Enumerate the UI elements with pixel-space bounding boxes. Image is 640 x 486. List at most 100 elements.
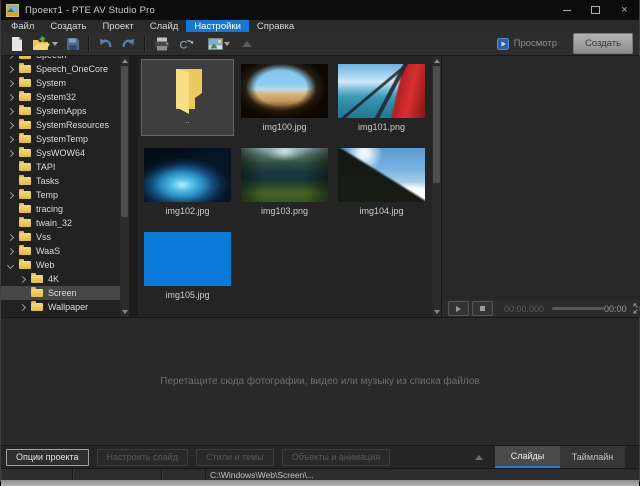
menu-item-0[interactable]: Файл bbox=[3, 20, 42, 32]
svg-text:C: C bbox=[180, 39, 188, 51]
scroll-down-icon[interactable] bbox=[434, 310, 440, 314]
file-thumbnail bbox=[144, 232, 231, 286]
menu-item-5[interactable]: Справка bbox=[249, 20, 302, 32]
file-browser-panel: .. img100.jpgimg101.png img102.jpgimg103.… bbox=[138, 56, 441, 317]
tree-item[interactable]: Web bbox=[1, 258, 129, 272]
menu-item-2[interactable]: Проект bbox=[94, 20, 141, 32]
preview-label: Просмотр bbox=[514, 38, 557, 49]
tree-item-label: WaaS bbox=[36, 246, 60, 256]
folder-icon bbox=[19, 177, 31, 185]
folder-icon bbox=[19, 233, 31, 241]
tree-item[interactable]: tracing bbox=[1, 202, 129, 216]
bottom-button-1[interactable]: Настроить слайд bbox=[97, 449, 189, 466]
tree-item-label: System32 bbox=[36, 92, 76, 102]
scroll-down-icon[interactable] bbox=[122, 310, 128, 314]
tree-item[interactable]: Wallpaper bbox=[1, 300, 129, 314]
menu-item-4[interactable]: Настройки bbox=[186, 20, 249, 32]
tree-scrollbar[interactable] bbox=[120, 56, 129, 317]
tree-item-label: SystemTemp bbox=[36, 134, 88, 144]
chevron-down-icon bbox=[7, 261, 14, 268]
save-icon bbox=[66, 37, 80, 51]
file-grid: .. img100.jpgimg101.png img102.jpgimg103.… bbox=[138, 56, 441, 309]
redo-icon bbox=[121, 37, 136, 50]
tree-item[interactable]: SystemApps bbox=[1, 104, 129, 118]
folder-icon bbox=[19, 121, 31, 129]
tree-item[interactable]: System bbox=[1, 76, 129, 90]
file-tile[interactable]: img104.jpg bbox=[333, 141, 430, 225]
maximize-button[interactable] bbox=[581, 0, 610, 20]
view-mode-button[interactable] bbox=[204, 34, 234, 53]
folder-icon bbox=[19, 56, 31, 59]
open-folder-button[interactable] bbox=[28, 34, 62, 53]
file-tile[interactable]: img100.jpg bbox=[236, 57, 333, 141]
tree-item[interactable]: Temp bbox=[1, 188, 129, 202]
slide-drop-zone[interactable]: Перетащите сюда фотографии, видео или му… bbox=[1, 317, 639, 445]
save-button[interactable] bbox=[62, 34, 84, 53]
parent-folder-tile[interactable]: .. bbox=[141, 59, 234, 136]
tree-item[interactable]: WaaS bbox=[1, 244, 129, 258]
bottom-button-2[interactable]: Стили и темы bbox=[196, 449, 274, 466]
scrollbar-thumb[interactable] bbox=[433, 66, 440, 183]
tree-item[interactable]: Tasks bbox=[1, 174, 129, 188]
print-button[interactable] bbox=[150, 34, 174, 53]
scroll-up-icon[interactable] bbox=[122, 59, 128, 63]
tab-timeline[interactable]: Таймлайн bbox=[560, 446, 625, 468]
tree-item[interactable]: Screen bbox=[1, 286, 129, 300]
tab-slides[interactable]: Слайды bbox=[495, 446, 560, 468]
bottom-button-3[interactable]: Объекты и анимация bbox=[282, 449, 390, 466]
tree-item[interactable]: System32 bbox=[1, 90, 129, 104]
tree-item[interactable]: Vss bbox=[1, 230, 129, 244]
tree-item[interactable]: SysWOW64 bbox=[1, 146, 129, 160]
tree-item-label: Tasks bbox=[36, 176, 59, 186]
chevron-right-icon bbox=[7, 93, 14, 100]
bottom-button-0[interactable]: Опции проекта bbox=[6, 449, 89, 466]
menu-item-1[interactable]: Создать bbox=[42, 20, 94, 32]
menu-item-3[interactable]: Слайд bbox=[142, 20, 187, 32]
folder-icon bbox=[19, 149, 31, 157]
tree-item[interactable]: SystemTemp bbox=[1, 132, 129, 146]
folder-icon bbox=[19, 191, 31, 199]
folder-icon bbox=[19, 93, 31, 101]
folder-icon bbox=[31, 275, 43, 283]
seek-slider[interactable] bbox=[552, 307, 604, 310]
create-button[interactable]: Создать bbox=[573, 33, 633, 54]
refresh-drives-button[interactable]: C bbox=[174, 34, 198, 53]
stop-button[interactable] bbox=[472, 301, 493, 316]
panel-splitter[interactable] bbox=[129, 56, 138, 317]
tree-item[interactable]: twain_32 bbox=[1, 216, 129, 230]
toolbar: C Просмотр Создать bbox=[1, 32, 639, 56]
undo-button[interactable] bbox=[94, 34, 117, 53]
tree-item[interactable]: SystemResources bbox=[1, 118, 129, 132]
minimize-button[interactable] bbox=[552, 0, 581, 20]
file-tile[interactable]: img105.jpg bbox=[139, 225, 236, 309]
printer-icon bbox=[154, 37, 170, 51]
tree-item-label: 4K bbox=[48, 274, 59, 284]
play-button[interactable] bbox=[448, 301, 469, 316]
preview-button[interactable]: Просмотр bbox=[497, 38, 557, 50]
folder-icon bbox=[19, 205, 31, 213]
preview-controls: 00:00.000 00:00 bbox=[442, 300, 640, 317]
file-tile[interactable]: img103.png bbox=[236, 141, 333, 225]
file-tile[interactable]: img101.png bbox=[333, 57, 430, 141]
collapse-panel-icon[interactable] bbox=[242, 41, 252, 47]
chevron-right-icon bbox=[7, 79, 14, 86]
redo-button[interactable] bbox=[117, 34, 140, 53]
close-button[interactable]: × bbox=[610, 0, 639, 20]
tree-item[interactable]: 4K bbox=[1, 272, 129, 286]
folder-icon bbox=[19, 219, 31, 227]
files-scrollbar[interactable] bbox=[432, 56, 441, 317]
file-thumbnail bbox=[338, 148, 425, 202]
tree-item[interactable]: Speech_OneCore bbox=[1, 62, 129, 76]
chevron-right-icon bbox=[7, 56, 14, 59]
new-project-button[interactable] bbox=[6, 34, 28, 53]
status-cell bbox=[73, 469, 162, 480]
fullscreen-icon[interactable] bbox=[633, 303, 640, 314]
folder-icon bbox=[19, 79, 31, 87]
scrollbar-thumb[interactable] bbox=[121, 66, 128, 217]
folder-tree-panel: SpeechSpeech_OneCoreSystemSystem32System… bbox=[1, 56, 129, 317]
tree-item[interactable]: TAPI bbox=[1, 160, 129, 174]
file-tile[interactable]: img102.jpg bbox=[139, 141, 236, 225]
expand-panel-icon[interactable] bbox=[475, 455, 483, 460]
chevron-right-icon bbox=[7, 121, 14, 128]
scroll-up-icon[interactable] bbox=[434, 59, 440, 63]
